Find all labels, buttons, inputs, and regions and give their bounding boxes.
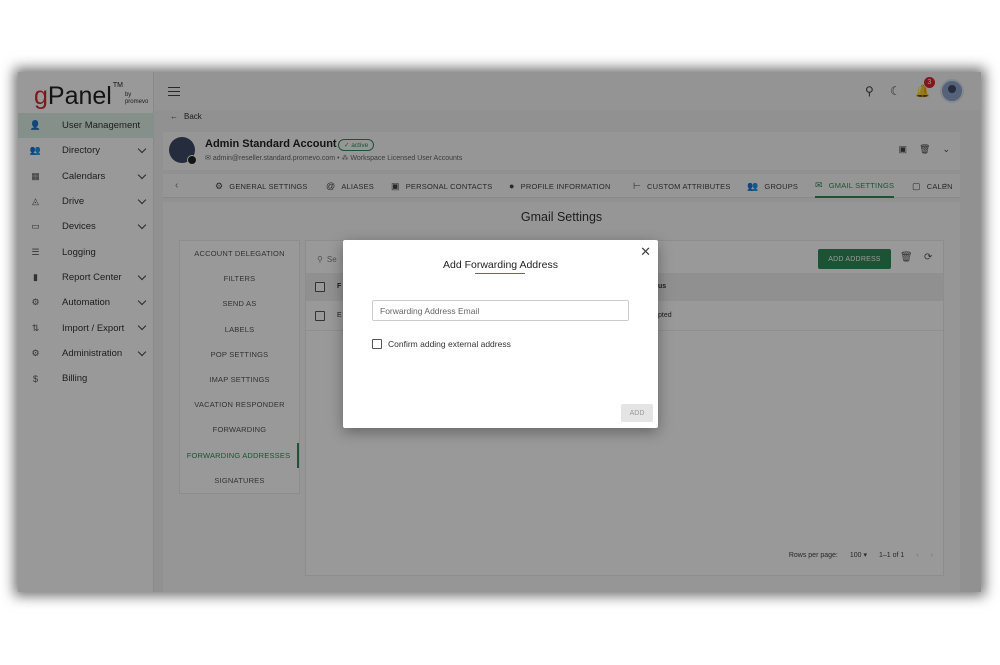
- forwarding-address-input[interactable]: [372, 300, 629, 321]
- title-underline: [475, 273, 525, 274]
- add-button[interactable]: ADD: [621, 404, 653, 422]
- close-icon[interactable]: ✕: [640, 244, 651, 260]
- add-forwarding-address-dialog: ✕ Add Forwarding Address Confirm adding …: [343, 240, 658, 428]
- confirm-external-checkbox[interactable]: Confirm adding external address: [372, 339, 511, 349]
- checkbox-label: Confirm adding external address: [388, 339, 511, 349]
- dialog-title: Add Forwarding Address: [443, 259, 558, 271]
- checkbox-box[interactable]: [372, 339, 382, 349]
